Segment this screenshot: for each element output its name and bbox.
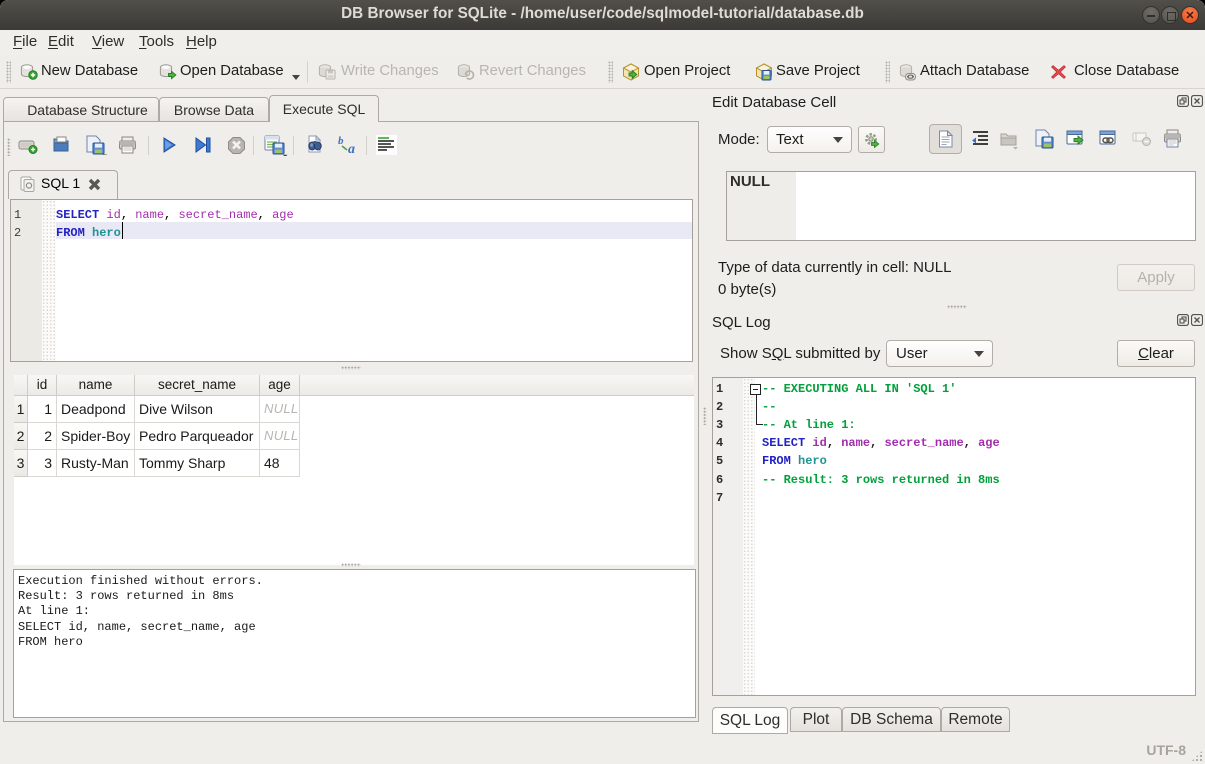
- svg-text:b: b: [338, 135, 344, 147]
- svg-text:a: a: [348, 142, 355, 155]
